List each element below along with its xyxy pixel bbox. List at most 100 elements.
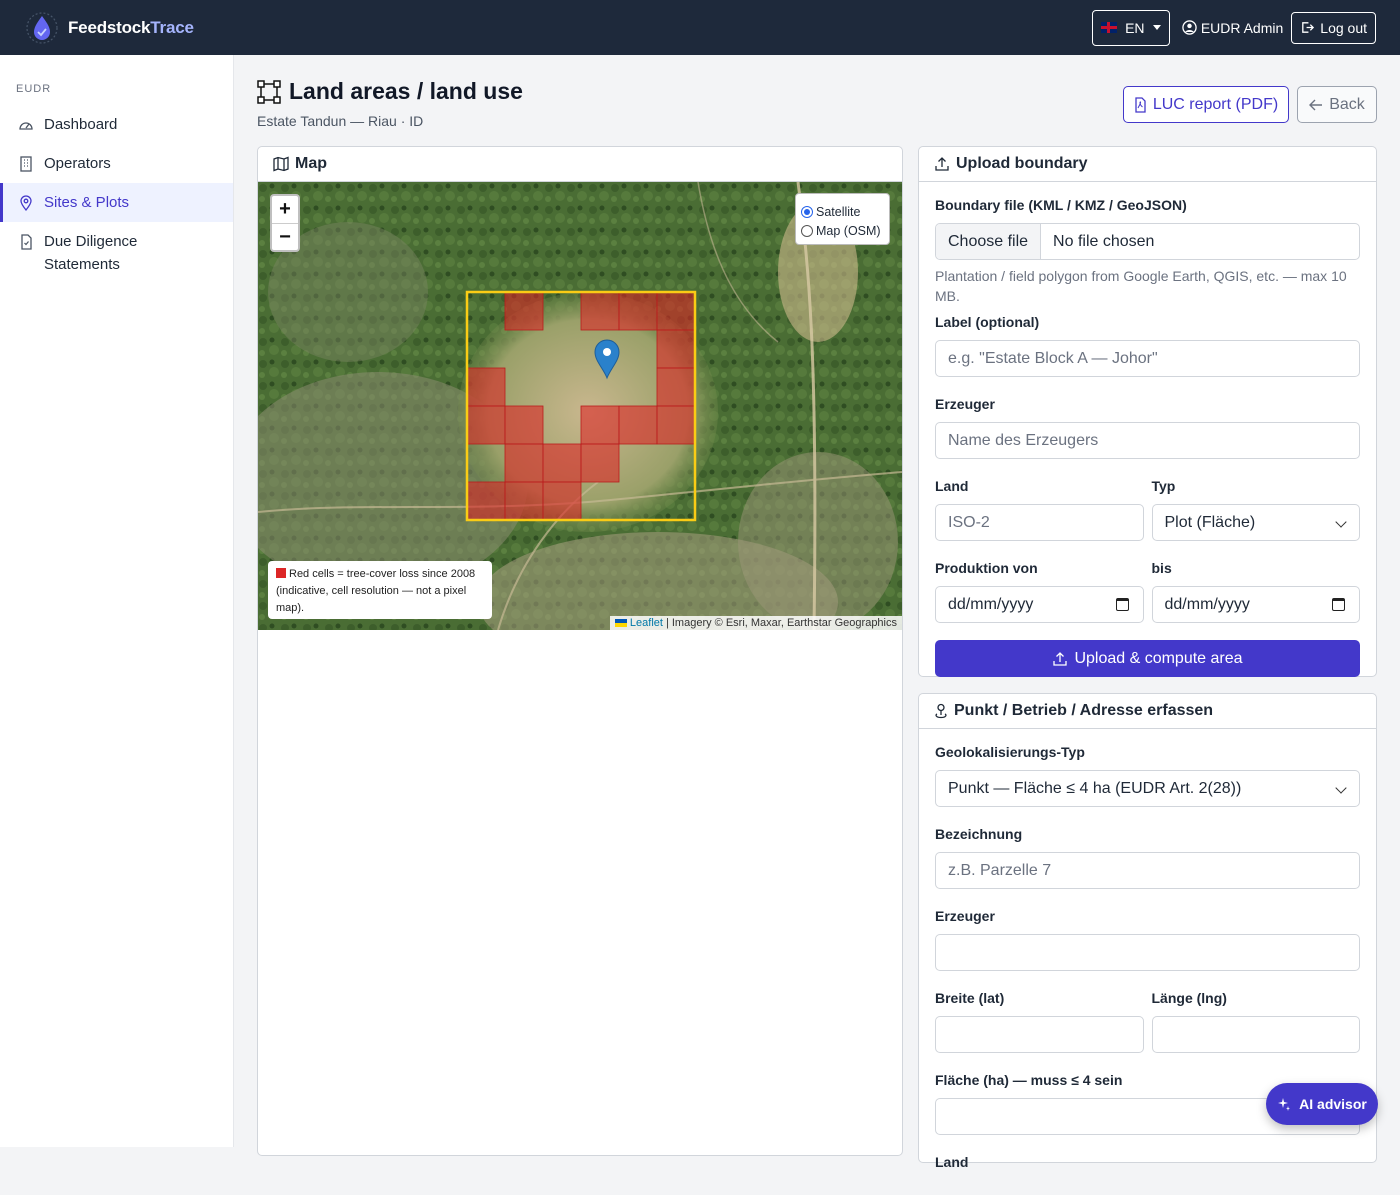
dashboard-gauge-icon	[18, 113, 34, 136]
country-label: Land	[935, 478, 969, 494]
loss-cell	[656, 291, 696, 331]
zoom-out-button[interactable]: −	[272, 223, 298, 250]
layer-option-osm[interactable]: Map (OSM)	[801, 221, 889, 240]
file-help-text: Plantation / field polygon from Google E…	[935, 268, 1347, 304]
production-from-label: Produktion von	[935, 560, 1038, 576]
geo-type-value: Punkt — Fläche ≤ 4 ha (EUDR Art. 2(28))	[948, 779, 1242, 797]
loss-cell	[656, 367, 696, 407]
radio-selected-icon[interactable]	[801, 205, 813, 218]
radio-unselected-icon[interactable]	[801, 224, 813, 237]
point-card-title: Punkt / Betrieb / Adresse erfassen	[954, 702, 1214, 719]
production-from-date-input[interactable]: dd/mm/yyyy	[935, 586, 1144, 623]
point-producer-input[interactable]	[935, 934, 1360, 971]
map-legend: Red cells = tree-cover loss since 2008 (…	[268, 561, 492, 619]
loss-cell	[542, 443, 582, 483]
geo-type-select[interactable]: Punkt — Fläche ≤ 4 ha (EUDR Art. 2(28))	[935, 770, 1360, 807]
production-to-date-input[interactable]: dd/mm/yyyy	[1151, 586, 1360, 623]
map-view[interactable]: + − Satellite Map (OSM) Red cells = tree…	[258, 182, 902, 630]
geo-pin-icon	[935, 703, 947, 719]
upload-card-header: Upload boundary	[919, 147, 1376, 182]
page-title: Land areas / land use	[289, 78, 523, 104]
boundary-file-label: Boundary file (KML / KMZ / GeoJSON)	[935, 197, 1187, 213]
logout-button[interactable]: Log out	[1291, 11, 1376, 44]
luc-report-label: LUC report (PDF)	[1152, 95, 1279, 113]
brand-name: FeedstockTrace	[68, 18, 194, 38]
latitude-input[interactable]	[935, 1016, 1144, 1053]
brand-name-part1: Feedstock	[68, 17, 151, 37]
sidebar: EUDR Dashboard Operators Sites & Plots D…	[0, 55, 234, 1147]
brand-name-part2: Trace	[150, 17, 194, 37]
sidebar-item-label: Dashboard	[44, 116, 118, 133]
layer-switcher: Satellite Map (OSM)	[795, 193, 890, 245]
loss-cell	[580, 291, 620, 331]
leaflet-link[interactable]: Leaflet	[630, 617, 663, 629]
production-to-value: dd/mm/yyyy	[1164, 595, 1250, 613]
brand-logo-icon	[26, 11, 58, 44]
logout-icon	[1302, 22, 1315, 33]
layer-option-satellite[interactable]: Satellite	[801, 202, 889, 221]
calendar-icon[interactable]	[1115, 598, 1129, 611]
loss-cell	[580, 405, 620, 445]
upload-compute-button[interactable]: Upload & compute area	[935, 640, 1360, 677]
back-label: Back	[1329, 95, 1365, 113]
upload-icon	[935, 157, 949, 171]
production-from-value: dd/mm/yyyy	[948, 595, 1034, 613]
map-attribution: Leaflet | Imagery © Esri, Maxar, Earthst…	[609, 616, 902, 630]
designation-label: Bezeichnung	[935, 826, 1023, 842]
designation-input[interactable]: z.B. Parzelle 7	[935, 852, 1360, 889]
label-optional-label: Label (optional)	[935, 314, 1040, 330]
upload-compute-label: Upload & compute area	[1074, 649, 1243, 667]
page-subtitle: Estate Tandun — Riau · ID	[257, 113, 424, 129]
language-label: EN	[1125, 19, 1145, 36]
longitude-label: Länge (lng)	[1151, 990, 1227, 1006]
geo-type-label: Geolokalisierungs-Typ	[935, 744, 1085, 760]
sidebar-item-operators[interactable]: Operators	[0, 144, 233, 183]
loss-cell	[466, 481, 506, 521]
layer-option-label: Satellite	[816, 204, 861, 219]
point-producer-label: Erzeuger	[935, 908, 995, 924]
latitude-label: Breite (lat)	[935, 990, 1005, 1006]
sidebar-item-sites-plots[interactable]: Sites & Plots	[0, 183, 233, 222]
producer-input[interactable]: Name des Erzeugers	[935, 422, 1360, 459]
chevron-down-icon	[1335, 516, 1347, 528]
file-status: No file chosen	[1053, 232, 1155, 250]
pdf-file-icon	[1135, 96, 1146, 113]
loss-cell	[618, 405, 658, 445]
sidebar-item-label: Operators	[44, 155, 111, 172]
language-dropdown[interactable]: EN	[1091, 9, 1170, 46]
loss-cell	[580, 443, 620, 483]
page-title-row: Land areas / land use	[257, 78, 523, 105]
sidebar-item-dashboard[interactable]: Dashboard	[0, 105, 233, 144]
choose-file-button[interactable]: Choose file	[936, 224, 1042, 259]
user-name: EUDR Admin	[1200, 19, 1284, 36]
zoom-in-button[interactable]: +	[272, 196, 298, 223]
longitude-input[interactable]	[1151, 1016, 1360, 1053]
brand[interactable]: FeedstockTrace	[24, 10, 194, 46]
loss-cell	[504, 405, 544, 445]
ai-advisor-label: AI advisor	[1299, 1096, 1367, 1112]
sidebar-item-due-diligence[interactable]: Due Diligence Statements	[0, 222, 233, 284]
zoom-control: + −	[270, 194, 300, 252]
top-navbar: FeedstockTrace EN EUDR Admin Log out	[0, 0, 1400, 55]
layer-option-label: Map (OSM)	[816, 223, 881, 238]
loss-cell	[656, 405, 696, 445]
legend-text: Red cells = tree-cover loss since 2008 (…	[276, 568, 476, 614]
type-select[interactable]: Plot (Fläche)	[1151, 504, 1360, 541]
ai-advisor-button[interactable]: AI advisor	[1266, 1083, 1378, 1125]
user-menu[interactable]: EUDR Admin	[1182, 20, 1283, 36]
type-label: Typ	[1151, 478, 1176, 494]
user-circle-icon	[1182, 20, 1197, 35]
map-card-header: Map	[258, 147, 902, 182]
loss-cell	[466, 405, 506, 445]
luc-report-button[interactable]: LUC report (PDF)	[1123, 86, 1289, 123]
producer-label: Erzeuger	[935, 396, 995, 412]
loss-cell	[466, 367, 506, 407]
loss-cell	[504, 291, 544, 331]
calendar-icon[interactable]	[1332, 598, 1345, 611]
back-button[interactable]: Back	[1297, 86, 1377, 123]
bounding-box-icon	[257, 79, 281, 104]
label-input[interactable]: e.g. "Estate Block A — Johor"	[935, 340, 1360, 377]
country-input[interactable]: ISO-2	[935, 504, 1144, 541]
building-icon	[18, 152, 34, 175]
boundary-file-input[interactable]: Choose file No file chosen	[935, 223, 1360, 260]
